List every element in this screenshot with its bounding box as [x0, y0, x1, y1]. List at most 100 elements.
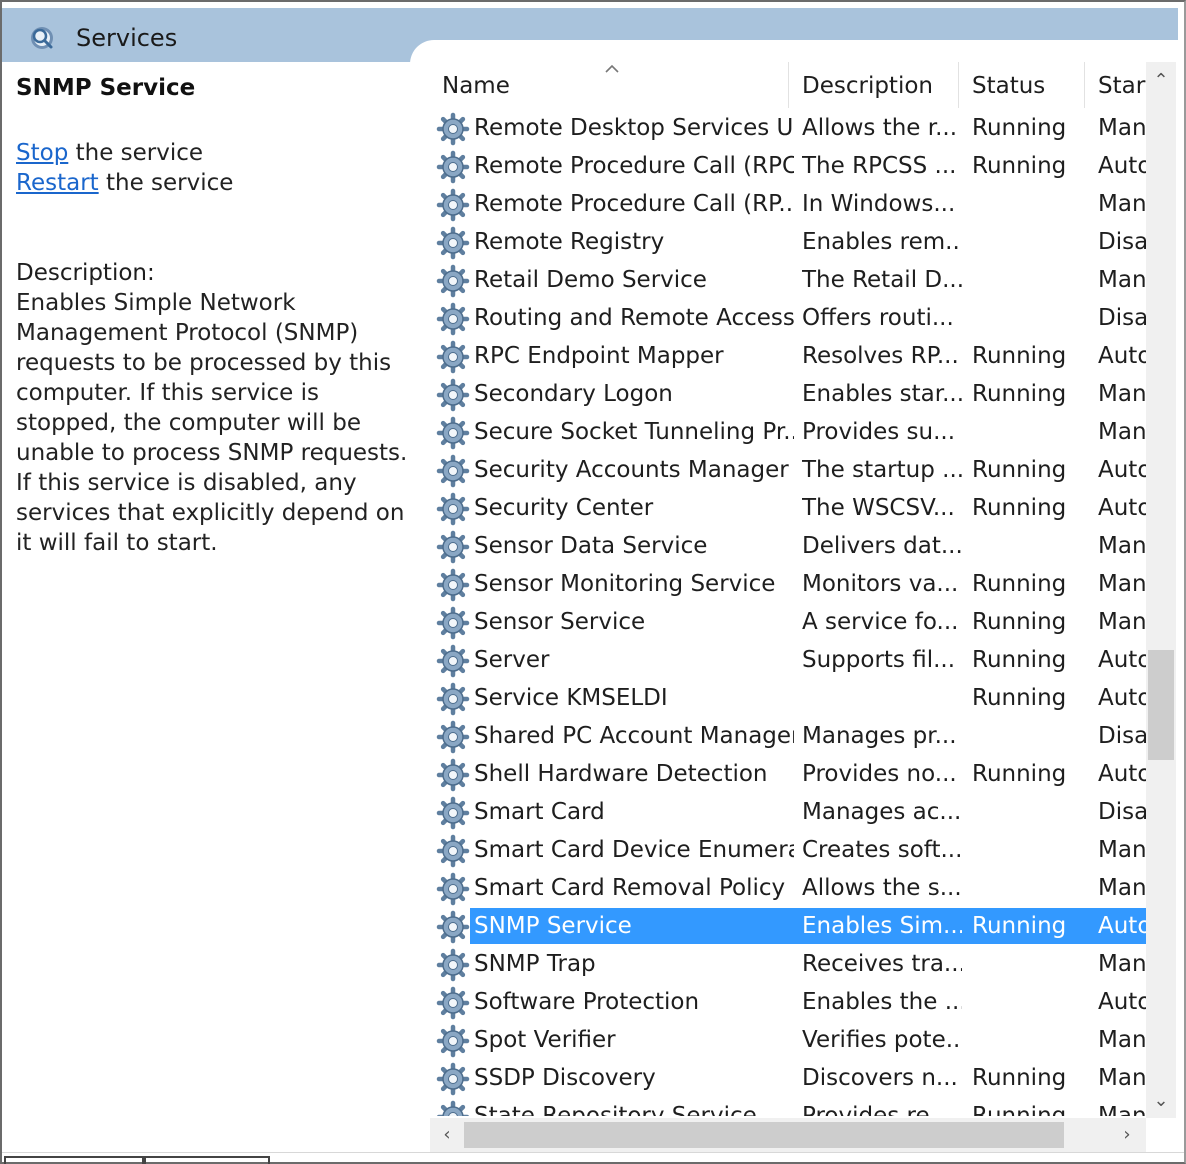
service-gear-icon — [436, 1062, 470, 1096]
extended-tab[interactable] — [4, 1156, 144, 1164]
service-status-cell: Running — [972, 913, 1067, 939]
title-band-curve — [410, 40, 1180, 64]
service-row[interactable]: SSDP Discovery Discovers n... Running Man — [414, 1060, 1146, 1098]
service-status-cell — [972, 300, 1092, 336]
service-startup-cell: Man — [1098, 1103, 1146, 1116]
service-name-cell: Secure Socket Tunneling Pr... — [474, 419, 794, 445]
service-startup-cell: Man — [1098, 1027, 1146, 1053]
service-description-cell: Manages ac... — [802, 799, 962, 825]
service-row[interactable]: Routing and Remote Access Offers routi...… — [414, 300, 1146, 338]
service-startup-cell: Disa — [1098, 799, 1146, 825]
service-startup-cell: Man — [1098, 837, 1146, 863]
service-row[interactable]: Smart Card Removal Policy Allows the s...… — [414, 870, 1146, 908]
service-gear-icon — [436, 834, 470, 868]
scroll-right-icon[interactable]: › — [1114, 1118, 1140, 1152]
service-row[interactable]: Remote Desktop Services U... Allows the r… — [414, 110, 1146, 148]
service-gear-icon — [436, 492, 470, 526]
horizontal-scroll-thumb[interactable] — [464, 1122, 1064, 1148]
service-description-cell: The WSCSV... — [802, 495, 955, 521]
service-description-cell: The Retail D... — [802, 267, 962, 293]
service-status-cell: Running — [972, 115, 1067, 141]
column-header-status[interactable]: Status — [972, 68, 1082, 108]
service-gear-icon — [436, 568, 470, 602]
service-description-cell: Creates soft... — [802, 837, 962, 863]
service-gear-icon — [436, 302, 470, 336]
service-row[interactable]: Server Supports fil... Running Auto — [414, 642, 1146, 680]
service-name-cell: SNMP Trap — [474, 951, 596, 977]
service-description-cell: A service fo... — [802, 609, 959, 635]
service-row[interactable]: Secondary Logon Enables star... Running Man — [414, 376, 1146, 414]
service-gear-icon — [436, 606, 470, 640]
service-row[interactable]: Smart Card Manages ac... Disa — [414, 794, 1146, 832]
service-startup-cell: Auto — [1098, 913, 1146, 939]
service-gear-icon — [436, 416, 470, 450]
service-row[interactable]: Shared PC Account Manager Manages pr... Di… — [414, 718, 1146, 756]
service-description-cell: Resolves RP... — [802, 343, 959, 369]
column-separator[interactable] — [1084, 62, 1085, 108]
service-name-cell: Software Protection — [474, 989, 700, 1015]
service-row[interactable]: Sensor Monitoring Service Monitors va... R… — [414, 566, 1146, 604]
service-gear-icon — [436, 340, 470, 374]
service-description-cell: Enables star... — [802, 381, 962, 407]
service-status-cell — [972, 186, 1092, 222]
service-status-cell: Running — [972, 571, 1067, 597]
standard-tab[interactable] — [144, 1156, 270, 1164]
service-row[interactable]: Service KMSELDI Running Auto — [414, 680, 1146, 718]
service-name-cell: Remote Registry — [474, 229, 665, 255]
service-startup-cell: Man — [1098, 875, 1146, 901]
service-status-cell — [972, 794, 1092, 830]
service-description-cell: In Windows... — [802, 191, 956, 217]
service-status-cell — [972, 984, 1092, 1020]
scroll-up-icon[interactable]: ⌃ — [1146, 68, 1176, 94]
service-name-cell: Smart Card — [474, 799, 605, 825]
service-row[interactable]: Security Center The WSCSV... Running Auto — [414, 490, 1146, 528]
service-row[interactable]: Sensor Service A service fo... Running Man — [414, 604, 1146, 642]
vertical-scrollbar[interactable]: ⌃ ⌄ — [1146, 62, 1176, 1118]
service-row[interactable]: SNMP Trap Receives tra... Man — [414, 946, 1146, 984]
column-header-name[interactable]: Name — [442, 68, 782, 108]
service-row[interactable]: Spot Verifier Verifies pote... Man — [414, 1022, 1146, 1060]
service-row[interactable]: State Repository Service Provides re... Ru… — [414, 1098, 1146, 1116]
service-row[interactable]: Secure Socket Tunneling Pr... Provides su… — [414, 414, 1146, 452]
service-row[interactable]: Remote Registry Enables rem... Disa — [414, 224, 1146, 262]
horizontal-scrollbar[interactable]: ‹ › — [430, 1118, 1146, 1152]
column-header-row: Name Description Status Start — [414, 62, 1146, 110]
restart-service-link[interactable]: Restart — [16, 170, 99, 196]
service-name-cell: Sensor Monitoring Service — [474, 571, 776, 597]
service-row[interactable]: Retail Demo Service The Retail D... Man — [414, 262, 1146, 300]
service-name-cell: Remote Desktop Services U... — [474, 115, 794, 141]
service-name-cell: Remote Procedure Call (RP... — [474, 191, 794, 217]
service-row[interactable]: Shell Hardware Detection Provides no... Ru… — [414, 756, 1146, 794]
service-name-cell: Service KMSELDI — [474, 685, 668, 711]
window-title: Services — [76, 24, 178, 52]
service-row[interactable]: Sensor Data Service Delivers dat... Man — [414, 528, 1146, 566]
service-row[interactable]: Remote Procedure Call (RP... In Windows..… — [414, 186, 1146, 224]
services-list: Name Description Status Start Remote Des… — [414, 62, 1146, 1116]
service-startup-cell: Auto — [1098, 647, 1146, 673]
service-status-cell: Running — [972, 1103, 1067, 1116]
service-row[interactable]: Smart Card Device Enumera... Creates soft… — [414, 832, 1146, 870]
column-separator[interactable] — [788, 62, 789, 108]
service-status-cell: Running — [972, 685, 1067, 711]
service-status-cell: Running — [972, 495, 1067, 521]
service-startup-cell: Man — [1098, 533, 1146, 559]
service-name-cell: Spot Verifier — [474, 1027, 616, 1053]
column-separator[interactable] — [958, 62, 959, 108]
stop-service-link[interactable]: Stop — [16, 140, 68, 166]
stop-action: Stop the service — [16, 138, 203, 168]
stop-suffix: the service — [68, 140, 204, 166]
service-description-cell: Allows the r... — [802, 115, 958, 141]
service-name-cell: SSDP Discovery — [474, 1065, 656, 1091]
column-header-description[interactable]: Description — [802, 68, 952, 108]
service-row[interactable]: Security Accounts Manager The startup ...… — [414, 452, 1146, 490]
service-row-selected[interactable]: SNMP Service Enables Sim... Running Auto — [414, 908, 1146, 946]
service-row[interactable]: Remote Procedure Call (RPC) The RPCSS ...… — [414, 148, 1146, 186]
service-row[interactable]: Software Protection Enables the ... Auto — [414, 984, 1146, 1022]
scroll-down-icon[interactable]: ⌄ — [1146, 1088, 1176, 1114]
vertical-scroll-thumb[interactable] — [1148, 650, 1174, 760]
service-description-cell: Discovers n... — [802, 1065, 958, 1091]
service-startup-cell: Disa — [1098, 229, 1146, 255]
column-header-startup-type[interactable]: Start — [1098, 68, 1146, 108]
scroll-left-icon[interactable]: ‹ — [434, 1118, 460, 1152]
service-row[interactable]: RPC Endpoint Mapper Resolves RP... Running… — [414, 338, 1146, 376]
